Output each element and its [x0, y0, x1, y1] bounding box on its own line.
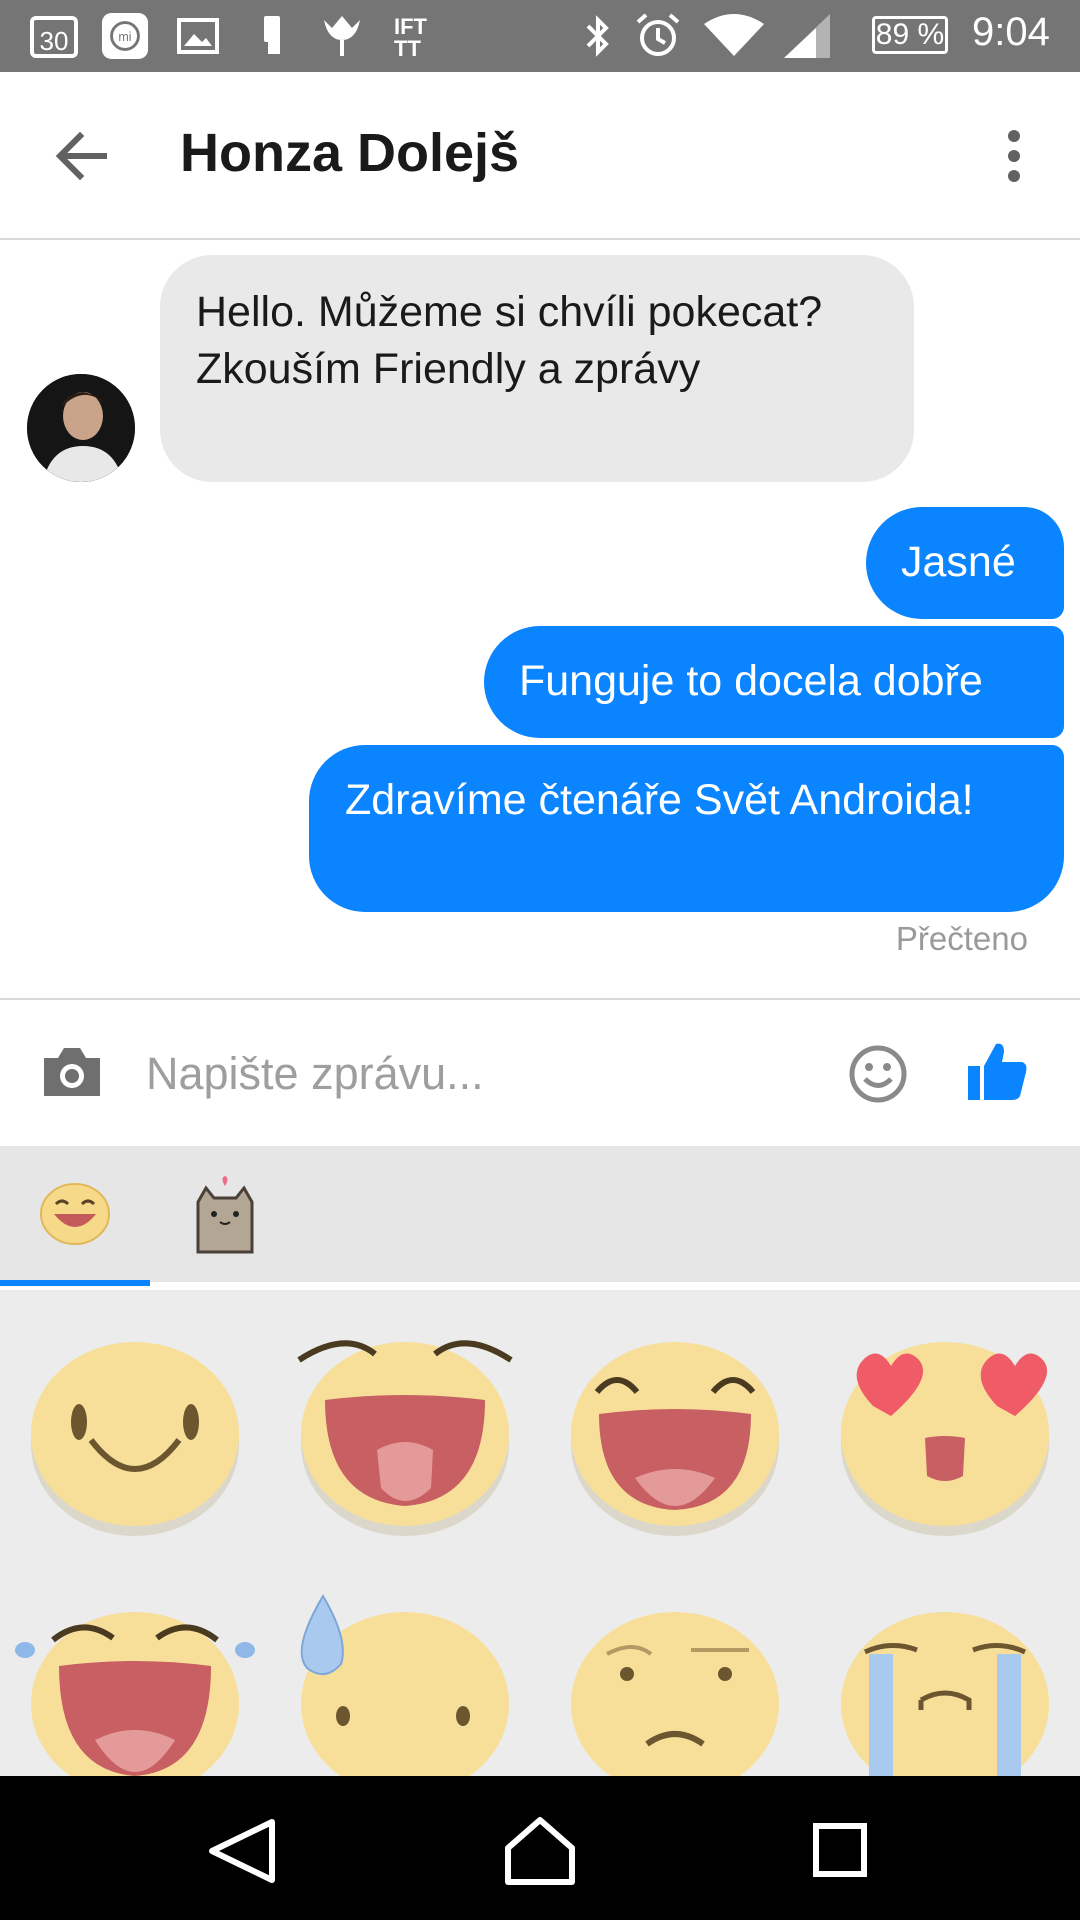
- conversation-header: Honza Dolejš: [0, 72, 1080, 240]
- sticker-crying[interactable]: [825, 1580, 1065, 1776]
- tabs-divider: [150, 1282, 1080, 1286]
- clock: 9:04: [972, 10, 1050, 54]
- phone-transfer-icon: [264, 16, 280, 54]
- selected-tab-indicator: [0, 1280, 150, 1286]
- avatar-photo: [27, 374, 135, 482]
- outgoing-message-bubble[interactable]: Zdravíme čtenáře Svět Androida!: [309, 745, 1064, 912]
- svg-text:mi: mi: [118, 30, 131, 44]
- sticker-skeptical[interactable]: [555, 1580, 795, 1776]
- sticker-pack-tabs: [0, 1146, 1080, 1286]
- svg-text:30: 30: [40, 26, 69, 56]
- camera-icon[interactable]: [40, 1044, 104, 1100]
- like-thumbs-up-icon[interactable]: [966, 1040, 1028, 1104]
- happy-face-icon: [40, 1183, 110, 1245]
- ifttt-icon: IFT TT: [394, 14, 428, 60]
- mi-icon: mi: [101, 12, 149, 60]
- battery-icon: 89 %: [872, 16, 948, 54]
- sticker-tongue-out[interactable]: [285, 1310, 525, 1550]
- sticker-smile[interactable]: [15, 1310, 255, 1550]
- sticker-tears-of-joy[interactable]: [15, 1580, 255, 1776]
- contact-name[interactable]: Honza Dolejš: [180, 122, 519, 184]
- sticker-heart-eyes[interactable]: [825, 1310, 1065, 1550]
- outgoing-message-bubble[interactable]: Funguje to docela dobře: [484, 626, 1064, 738]
- message-composer: [0, 998, 1080, 1146]
- svg-text:TT: TT: [394, 36, 421, 60]
- avatar[interactable]: [27, 374, 135, 482]
- tulip-icon: [324, 16, 360, 56]
- system-navigation-bar: [0, 1776, 1080, 1920]
- cat-icon: [196, 1176, 254, 1254]
- sticker-grid: [0, 1290, 1080, 1776]
- calendar-icon: 30: [30, 16, 78, 58]
- tab-pusheen-cat[interactable]: [150, 1146, 300, 1286]
- incoming-message-bubble[interactable]: Hello. Můžeme si chvíli pokecat? Zkouším…: [160, 255, 914, 482]
- nav-home-icon[interactable]: [500, 1816, 580, 1886]
- sticker-happy-laugh[interactable]: [555, 1310, 795, 1550]
- outgoing-message-bubble[interactable]: Jasné: [866, 507, 1064, 619]
- wifi-icon: [704, 14, 764, 56]
- nav-back-icon[interactable]: [202, 1816, 282, 1886]
- gallery-icon: [177, 18, 219, 54]
- back-arrow-icon[interactable]: [52, 124, 116, 188]
- status-bar: 30 mi IFT TT 89 % 9:04: [0, 0, 1080, 72]
- battery-percent: 89 %: [875, 18, 945, 51]
- signal-icon: [784, 14, 830, 58]
- sticker-sweat-drop[interactable]: [285, 1580, 525, 1776]
- read-receipt: Přečteno: [895, 920, 1028, 957]
- message-input[interactable]: [144, 1028, 808, 1120]
- emoji-icon[interactable]: [848, 1044, 908, 1104]
- alarm-icon: [636, 13, 680, 56]
- tab-emoji-faces[interactable]: [0, 1146, 150, 1286]
- more-options-icon[interactable]: [990, 124, 1038, 188]
- nav-recents-icon[interactable]: [800, 1816, 880, 1886]
- bluetooth-icon: [586, 15, 609, 57]
